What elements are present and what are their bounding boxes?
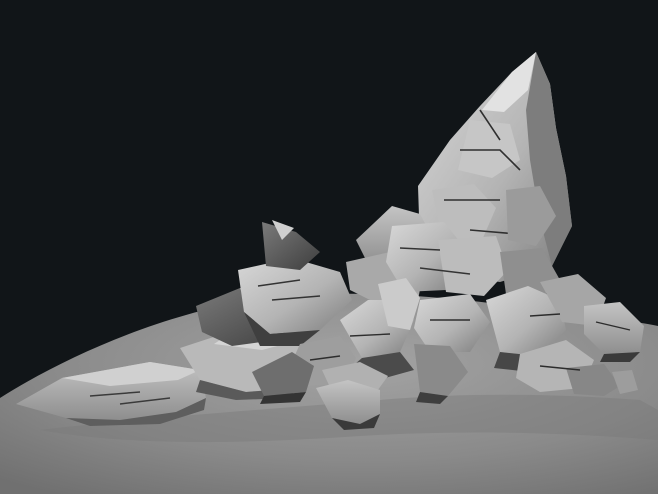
rock-sculpt-render: [0, 0, 658, 494]
sculpt-viewport: [0, 0, 658, 494]
